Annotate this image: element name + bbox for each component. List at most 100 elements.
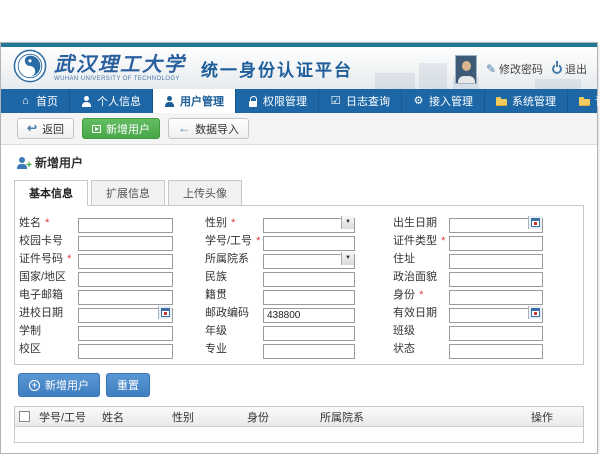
form-input[interactable] bbox=[78, 326, 173, 341]
form-label: 学制 bbox=[19, 322, 78, 338]
form-label: 国家/地区 bbox=[19, 268, 78, 284]
section-header: + 新增用户 bbox=[16, 154, 584, 171]
calendar-icon[interactable] bbox=[528, 216, 542, 229]
data-import-label: 数据导入 bbox=[195, 121, 239, 137]
form-input[interactable] bbox=[263, 272, 355, 287]
form-input[interactable] bbox=[78, 254, 173, 269]
form-label: 电子邮箱 bbox=[19, 286, 78, 302]
tab-0[interactable]: 基本信息 bbox=[14, 180, 88, 206]
nav-item-7[interactable]: 订阅管理 bbox=[568, 89, 600, 113]
form-input[interactable] bbox=[449, 344, 543, 359]
form-input[interactable] bbox=[78, 344, 173, 359]
form-label: 班级 bbox=[393, 322, 449, 338]
form-control bbox=[449, 233, 543, 248]
form-label: 邮政编码 bbox=[205, 304, 263, 320]
new-window-icon bbox=[92, 125, 101, 133]
form-input[interactable] bbox=[263, 290, 355, 305]
form-input[interactable] bbox=[78, 236, 173, 251]
form-input[interactable] bbox=[449, 272, 543, 287]
form-control bbox=[263, 341, 355, 356]
form-input[interactable] bbox=[449, 254, 543, 269]
table-column-header: 所属院系 bbox=[320, 409, 531, 425]
change-password-label: 修改密码 bbox=[499, 61, 543, 77]
form-label: 性别 * bbox=[205, 214, 263, 230]
table-column-header: 学号/工号 bbox=[30, 409, 102, 425]
form-field: 有效日期 bbox=[393, 304, 583, 320]
chevron-down-icon[interactable]: ▼ bbox=[341, 252, 354, 265]
form-control bbox=[449, 215, 543, 230]
nav-item-2[interactable]: 用户管理 bbox=[153, 89, 236, 113]
add-user-toolbar-button[interactable]: 新增用户 bbox=[82, 118, 160, 139]
back-button[interactable]: ↩ 返回 bbox=[17, 118, 74, 139]
section-title: 新增用户 bbox=[35, 154, 83, 171]
form-label: 有效日期 bbox=[393, 304, 449, 320]
nav-item-4[interactable]: 日志查询 bbox=[319, 89, 402, 113]
form-label: 专业 bbox=[205, 340, 263, 356]
submit-add-user-button[interactable]: + 新增用户 bbox=[18, 373, 100, 397]
form-input[interactable] bbox=[449, 236, 543, 251]
form-label: 证件号码 * bbox=[19, 250, 78, 266]
form-input[interactable] bbox=[78, 218, 173, 233]
form-input[interactable] bbox=[263, 236, 355, 251]
power-icon bbox=[552, 64, 562, 74]
form-control bbox=[78, 323, 173, 338]
form-label: 籍贯 bbox=[205, 286, 263, 302]
form-input[interactable] bbox=[263, 344, 355, 359]
table-column-header: 操作 bbox=[531, 409, 583, 425]
form-input[interactable] bbox=[263, 308, 355, 323]
table-column-header: 姓名 bbox=[102, 409, 172, 425]
university-name-en: WUHAN UNIVERSITY OF TECHNOLOGY bbox=[54, 76, 186, 82]
nav-item-label: 系统管理 bbox=[512, 93, 556, 109]
form-label: 进校日期 bbox=[19, 304, 78, 320]
calendar-icon[interactable] bbox=[158, 306, 172, 319]
form-field: 姓名 * bbox=[19, 214, 205, 230]
required-asterisk: * bbox=[441, 235, 445, 247]
form-control bbox=[263, 305, 355, 320]
calendar-icon[interactable] bbox=[528, 306, 542, 319]
form-field: 状态 bbox=[393, 340, 583, 356]
nav-item-3[interactable]: 权限管理 bbox=[236, 89, 319, 113]
form-row: 电子邮箱 籍贯 身份 * bbox=[19, 285, 583, 303]
nav-item-label: 日志查询 bbox=[346, 93, 390, 109]
form-field: 校园卡号 bbox=[19, 232, 205, 248]
form-input[interactable] bbox=[78, 290, 173, 305]
nav-item-5[interactable]: 接入管理 bbox=[402, 89, 485, 113]
form-control bbox=[449, 251, 543, 266]
import-arrow-icon: ← bbox=[178, 123, 190, 134]
form-control bbox=[78, 269, 173, 284]
form-field: 班级 bbox=[393, 322, 583, 338]
form-row: 校园卡号 学号/工号 *证件类型 * bbox=[19, 231, 583, 249]
form-control: ▼ bbox=[263, 251, 355, 266]
select-all-checkbox[interactable] bbox=[19, 411, 30, 422]
logout-link[interactable]: 退出 bbox=[552, 61, 587, 77]
form-row: 国家/地区 民族 政治面貌 bbox=[19, 267, 583, 285]
form-control bbox=[78, 233, 173, 248]
form-control bbox=[263, 233, 355, 248]
nav-item-1[interactable]: 个人信息 bbox=[70, 89, 153, 113]
form-label: 年级 bbox=[205, 322, 263, 338]
form-control bbox=[449, 305, 543, 320]
form-label: 校园卡号 bbox=[19, 232, 78, 248]
back-arrow-icon: ↩ bbox=[27, 123, 37, 134]
nav-item-0[interactable]: 首页 bbox=[9, 89, 70, 113]
form-label: 政治面貌 bbox=[393, 268, 449, 284]
avatar[interactable] bbox=[455, 55, 477, 84]
nav-item-label: 用户管理 bbox=[180, 93, 224, 109]
nav-item-6[interactable]: 系统管理 bbox=[485, 89, 568, 113]
form-field: 电子邮箱 bbox=[19, 286, 205, 302]
data-import-button[interactable]: ← 数据导入 bbox=[168, 118, 249, 139]
form-input[interactable] bbox=[449, 326, 543, 341]
form-field: 学号/工号 * bbox=[205, 232, 393, 248]
form-field: 政治面貌 bbox=[393, 268, 583, 284]
add-user-toolbar-label: 新增用户 bbox=[106, 121, 150, 137]
skyline-decoration bbox=[375, 73, 415, 89]
tab-1[interactable]: 扩展信息 bbox=[91, 180, 165, 206]
form-input[interactable] bbox=[78, 272, 173, 287]
reset-button[interactable]: 重置 bbox=[106, 373, 150, 397]
change-password-link[interactable]: ✎ 修改密码 bbox=[486, 61, 543, 77]
tab-2[interactable]: 上传头像 bbox=[168, 180, 242, 206]
form-row: 校区 专业 状态 bbox=[19, 339, 583, 357]
form-input[interactable] bbox=[263, 326, 355, 341]
chevron-down-icon[interactable]: ▼ bbox=[341, 216, 354, 229]
form-input[interactable] bbox=[449, 290, 543, 305]
